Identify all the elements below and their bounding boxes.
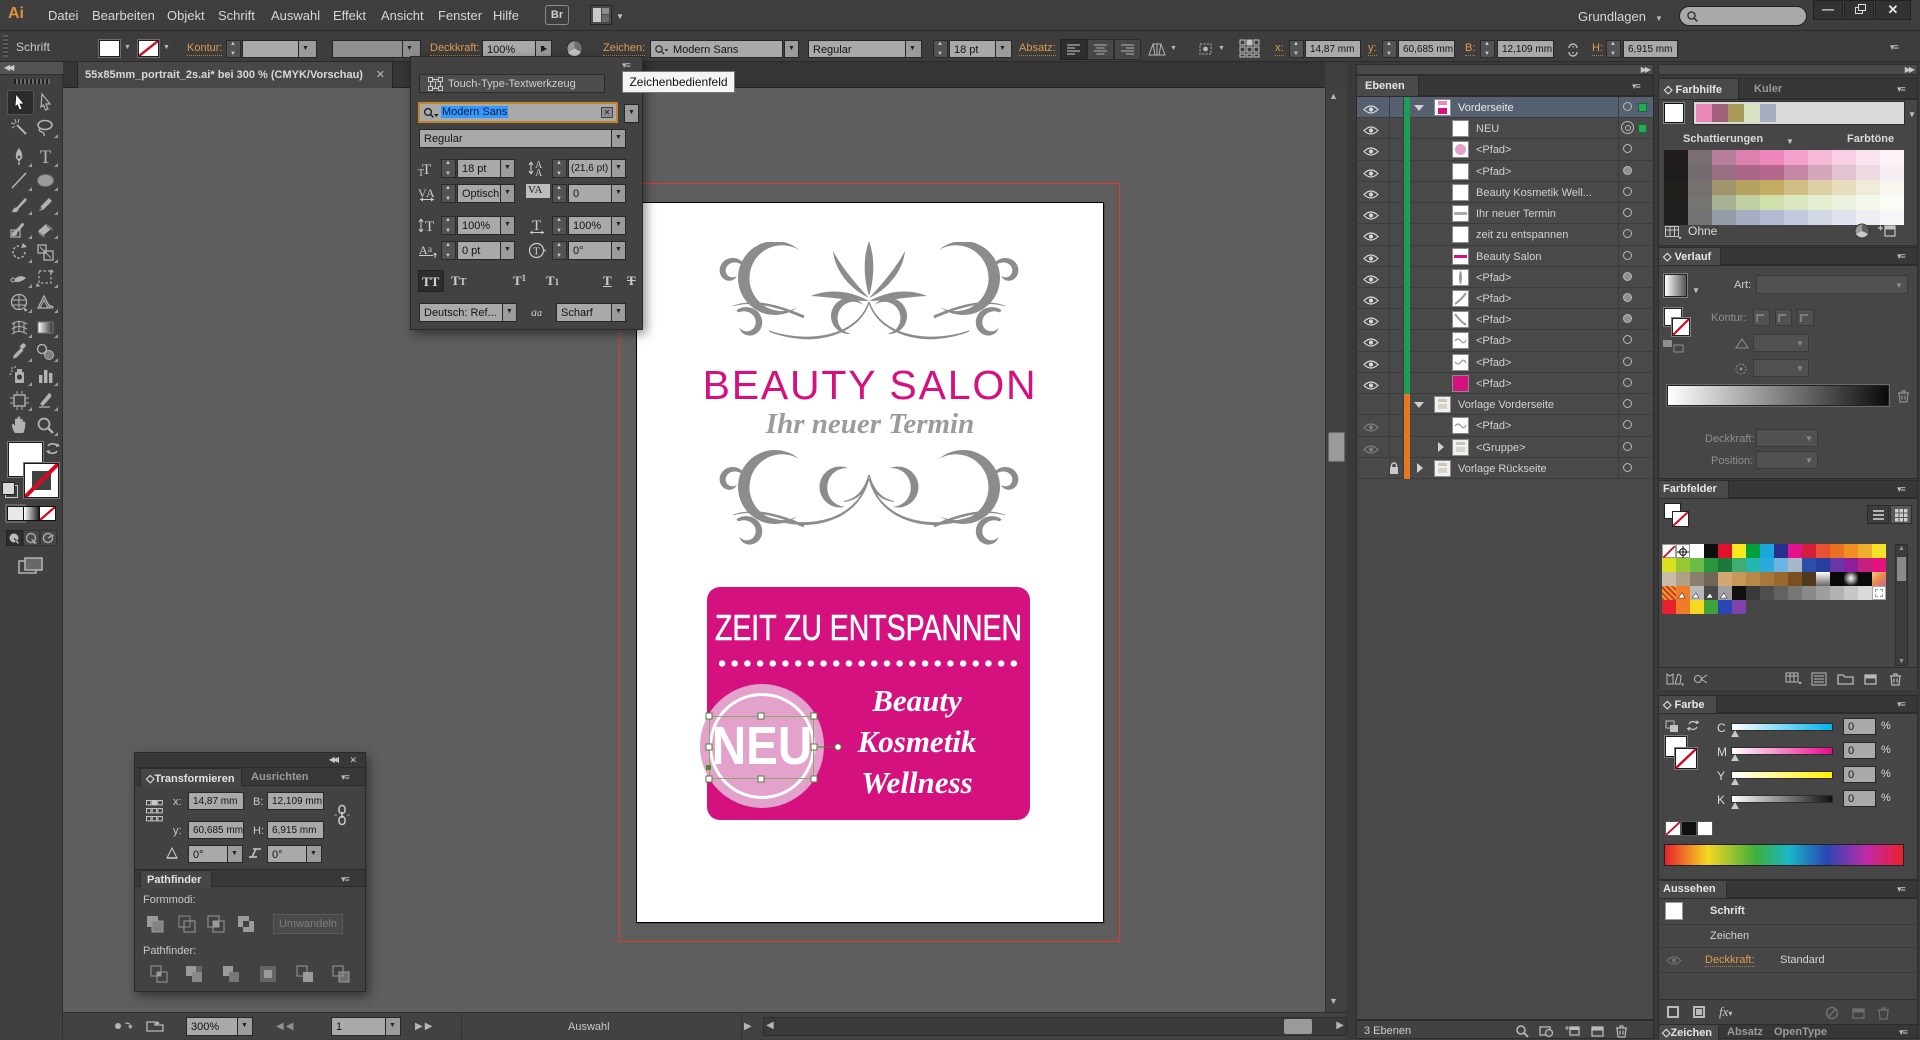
svg-text:T: T (433, 80, 439, 90)
svg-text:A: A (535, 168, 543, 177)
svg-text:T: T (40, 147, 52, 167)
svg-text:T: T (425, 219, 434, 234)
svg-text:A: A (426, 186, 435, 200)
svg-text:T: T (533, 246, 540, 258)
svg-text:a: a (428, 244, 432, 254)
svg-text:T: T (532, 218, 541, 234)
svg-text:A: A (419, 243, 428, 257)
svg-text:T: T (418, 168, 424, 177)
